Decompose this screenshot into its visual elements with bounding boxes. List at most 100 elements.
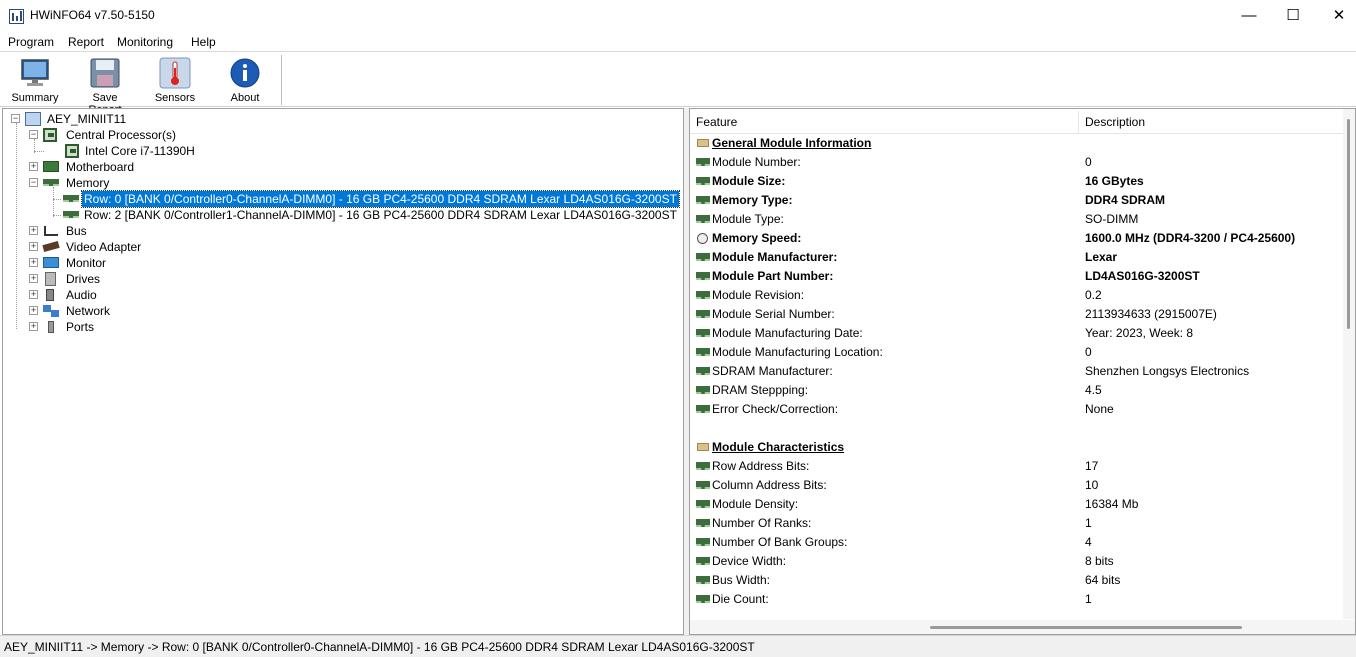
detail-row[interactable]: Module Manufacturing Date: Year: 2023, W… [690,324,1350,343]
feature-label: Bus Width: [712,573,771,587]
minimize-button[interactable]: — [1226,0,1272,32]
column-header-description[interactable]: Description [1079,111,1345,133]
detail-row[interactable]: Memory Speed: 1600.0 MHz (DDR4-3200 / PC… [690,229,1350,248]
menu-program[interactable]: Program [8,35,54,49]
floppy-disk-icon [90,58,120,88]
menu-help[interactable]: Help [191,35,216,49]
memory-module-icon [696,386,710,394]
detail-row[interactable]: Module Revision: 0.2 [690,286,1350,305]
about-label: About [230,92,260,104]
menu-monitoring[interactable]: Monitoring [117,35,173,49]
motherboard-icon [43,161,59,172]
detail-row[interactable]: SDRAM Manufacturer: Shenzhen Longsys Ele… [690,362,1350,381]
detail-row[interactable]: Memory Type: DDR4 SDRAM [690,191,1350,210]
status-bar: AEY_MINIIT11 -> Memory -> Row: 0 [BANK 0… [0,635,1356,657]
collapse-icon[interactable]: − [29,178,38,187]
column-header-feature[interactable]: Feature [690,111,1079,133]
expand-icon[interactable]: + [29,162,38,171]
feature-value: 10 [1085,478,1099,492]
feature-value: 16 GBytes [1085,174,1144,188]
vertical-scrollbar-thumb[interactable] [1347,119,1350,329]
expand-icon[interactable]: + [29,242,38,251]
memory-module-icon [696,310,710,318]
save-report-button[interactable]: Save Report [75,57,135,116]
detail-row[interactable]: Column Address Bits: 10 [690,476,1350,495]
tree-label-video-adapter: Video Adapter [66,240,142,254]
feature-label: Module Manufacturing Date: [712,326,863,340]
memory-module-icon [696,557,710,565]
detail-row[interactable]: Module Density: 16384 Mb [690,495,1350,514]
feature-value: 1 [1085,592,1092,606]
sensors-label: Sensors [154,92,196,104]
detail-row[interactable]: Bus Width: 64 bits [690,571,1350,590]
feature-label: Module Number: [712,155,801,169]
tree-label-cpu-model: Intel Core i7-11390H [85,144,195,158]
collapse-icon[interactable]: − [11,114,20,123]
feature-value: 64 bits [1085,573,1121,587]
detail-row[interactable]: Die Count: 1 [690,590,1350,609]
vertical-scrollbar[interactable] [1343,109,1355,619]
detail-row[interactable]: Module Serial Number: 2113934633 (291500… [690,305,1350,324]
menu-report[interactable]: Report [68,35,104,49]
expand-icon[interactable]: + [29,274,38,283]
tree-label-memory: Memory [66,176,110,190]
memory-module-icon [696,329,710,337]
horizontal-scrollbar[interactable] [690,620,1355,634]
section-icon [697,443,709,451]
memory-module-icon [696,348,710,356]
detail-row[interactable]: Module Manufacturing Location: 0 [690,343,1350,362]
feature-value: 17 [1085,459,1099,473]
summary-label: Summary [11,92,59,104]
device-tree[interactable]: − AEY_MINIIT11 − Central Processor(s) In… [2,108,684,635]
detail-row[interactable]: Number Of Bank Groups: 4 [690,533,1350,552]
feature-label: DRAM Steppping: [712,383,809,397]
maximize-button[interactable]: ☐ [1270,0,1316,32]
detail-row[interactable]: Device Width: 8 bits [690,552,1350,571]
app-icon[interactable] [9,9,24,24]
details-pane[interactable]: Feature Description General Module Infor… [689,108,1356,635]
clock-icon [697,233,708,244]
feature-value: 1 [1085,516,1092,530]
about-button[interactable]: About [215,57,275,105]
expand-icon[interactable]: + [29,322,38,331]
feature-label: Module Density: [712,497,799,511]
close-button[interactable]: ✕ [1316,0,1356,32]
feature-value: SO-DIMM [1085,212,1139,226]
feature-value: 4 [1085,535,1092,549]
memory-module-icon [696,595,710,603]
detail-row[interactable]: Module Type: SO-DIMM [690,210,1350,229]
expand-icon[interactable]: + [29,258,38,267]
feature-value: 0.2 [1085,288,1102,302]
feature-label: SDRAM Manufacturer: [712,364,833,378]
monitor-icon [21,59,49,86]
memory-module-icon [696,367,710,375]
detail-row[interactable]: Module Size: 16 GBytes [690,172,1350,191]
horizontal-scrollbar-thumb[interactable] [930,626,1242,629]
detail-row[interactable]: Number Of Ranks: 1 [690,514,1350,533]
memory-module-icon [63,211,79,218]
sensors-button[interactable]: Sensors [145,57,205,105]
feature-label: Module Size: [712,174,786,188]
detail-row[interactable]: Row Address Bits: 17 [690,457,1350,476]
memory-module-icon [696,462,710,470]
memory-module-icon [696,196,710,204]
detail-row[interactable]: DRAM Steppping: 4.5 [690,381,1350,400]
tree-label-ports: Ports [66,320,95,334]
feature-value: 16384 Mb [1085,497,1139,511]
expand-icon[interactable]: + [29,306,38,315]
detail-row[interactable]: Module Part Number: LD4AS016G-3200ST [690,267,1350,286]
feature-value: Year: 2023, Week: 8 [1085,326,1194,340]
detail-row[interactable]: Module Number: 0 [690,153,1350,172]
detail-row[interactable]: Module Manufacturer: Lexar [690,248,1350,267]
monitor-icon [43,257,59,268]
collapse-icon[interactable]: − [29,130,38,139]
feature-label: Number Of Ranks: [712,516,812,530]
expand-icon[interactable]: + [29,226,38,235]
detail-row[interactable]: Error Check/Correction: None [690,400,1350,419]
feature-label: Device Width: [712,554,787,568]
memory-module-icon [696,405,710,413]
summary-button[interactable]: Summary [5,57,65,105]
feature-label: Module Type: [712,212,784,226]
expand-icon[interactable]: + [29,290,38,299]
tree-label-motherboard: Motherboard [66,160,135,174]
